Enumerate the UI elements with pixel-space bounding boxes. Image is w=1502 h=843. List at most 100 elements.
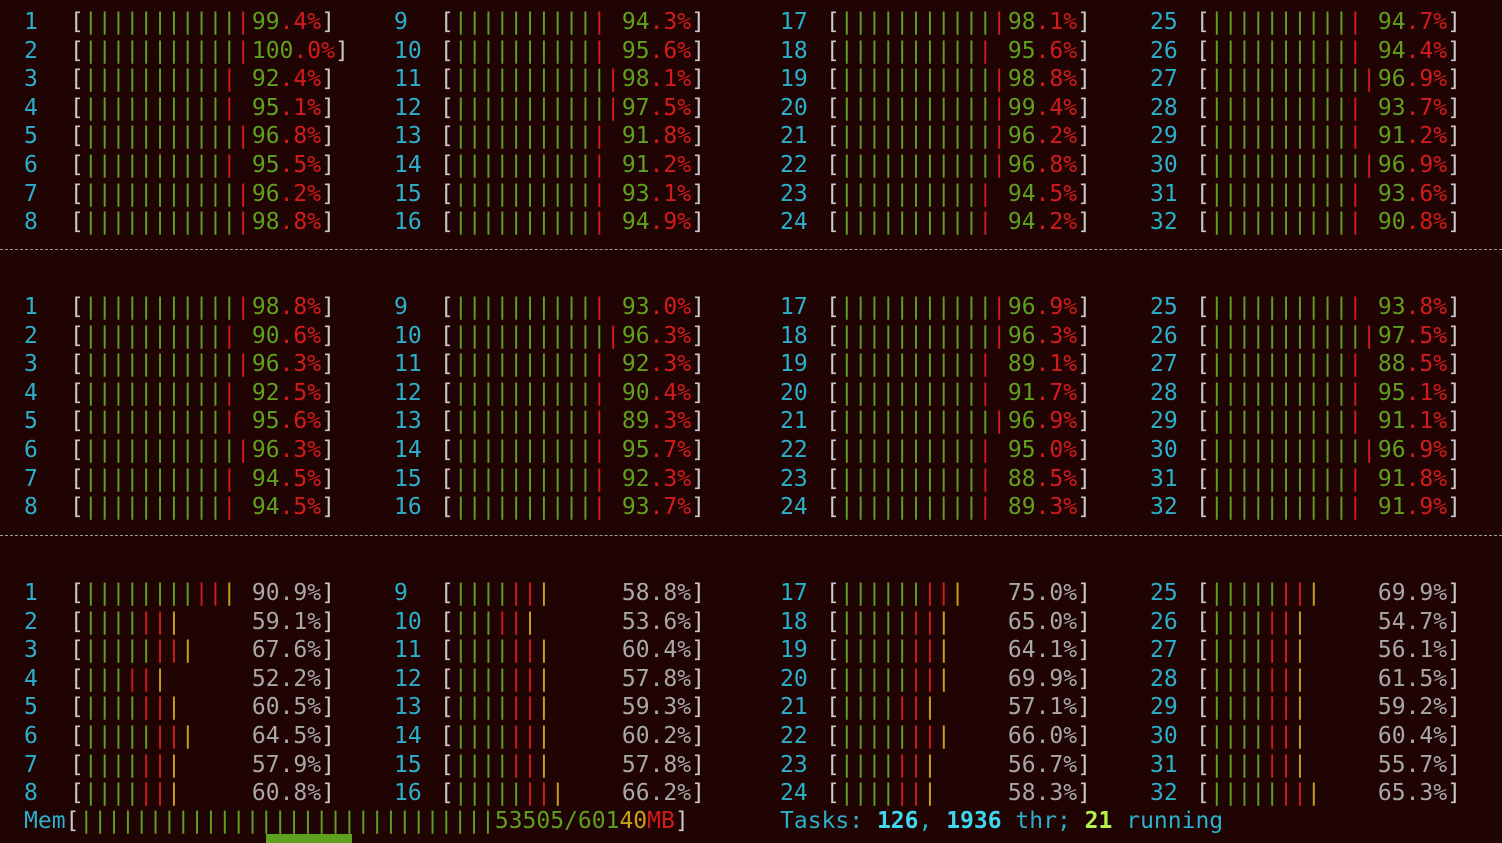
cpu-value: 67.6% [252,636,321,665]
cpu-value-frac: .1% [279,608,322,635]
memory-bracket-close: ] [674,808,689,834]
cpu-value: 92.3% [622,465,691,494]
threads-label: thr; [1001,808,1085,834]
cpu-bar: ||||||||||| [454,37,622,66]
bar-system-segment: | [978,437,993,463]
bar-user-segment: ||||||||||| [83,351,237,378]
bar-system-segment: | [222,94,237,121]
bar-system-segment: || [139,608,167,635]
bracket-close: ] [321,465,335,492]
cpu-meter: 30 [||||||||||||96.9%] [1150,151,1461,180]
cpu-value-frac: .3% [1035,780,1078,807]
bar-other-segment: | [166,608,181,635]
cpu-number: 31 [1150,465,1178,492]
cpu-bar: |||||||||||| [840,94,1008,123]
cpu-value-frac: .0% [649,294,692,320]
cpu-meter: 22 [|||||||| 66.0%] [780,722,1091,751]
cpu-value-int: 66 [621,780,650,807]
bar-user-segment: |||||||||| [1209,351,1349,378]
bar-system-segment: | [978,465,993,492]
bracket-open: [ [1196,123,1210,150]
bar-user-segment: ||||||||||| [453,66,607,93]
bracket-open: [ [70,94,84,121]
bracket-open: [ [1196,351,1210,378]
memory-value-part: 53505/601 [494,808,620,834]
cpu-bar: ||||||||||| [840,180,1008,209]
cpu-number: 18 [780,322,808,349]
bar-system-segment: || [1265,665,1293,692]
cpu-value: 95.1% [1378,379,1447,408]
cpu-meter: 13 [||||||| 59.3%] [394,693,705,722]
bracket-open: [ [70,608,84,635]
cpu-value-frac: .9% [1405,437,1448,463]
cpu-number: 29 [1150,408,1178,435]
bracket-open: [ [826,180,840,207]
cpu-bar: ||||||| [84,608,252,637]
memory-meter: Mem[||||||||||||||||||||||||||||||53505/… [24,807,689,835]
cpu-value: 92.3% [622,350,691,379]
cpu-value-int: 98 [251,294,280,320]
cpu-value-frac: .8% [279,294,322,320]
bracket-close: ] [1077,637,1091,664]
cpu-bar: ||||||||||| [84,493,252,522]
cpu-value-frac: .2% [649,780,692,807]
cpu-bar: ||||||| [454,665,622,694]
cpu-meter: 21 [||||||| 57.1%] [780,693,1091,722]
cpu-value-frac: .7% [1405,608,1448,635]
cpu-meter: 16 [||||||||||| 93.7%] [394,493,705,522]
cpu-value: 64.1% [1008,636,1077,665]
bracket-close: ] [1447,465,1461,492]
cpu-number: 4 [24,379,38,406]
bar-user-segment: ||||||||||| [1209,66,1363,93]
bar-user-segment: |||||||||| [839,209,979,236]
cpu-bar: ||||||| [454,722,622,751]
cpu-bar: ||||||||||| [454,465,622,494]
bar-user-segment: ||||||||||| [83,180,237,207]
cpu-bar: |||||||| [840,608,1008,637]
cpu-value: 75.0% [1008,579,1077,608]
cpu-bar: |||||||||||| [84,8,252,37]
bar-system-segment: | [1348,123,1363,150]
cpu-value: 52.2% [252,665,321,694]
bracket-close: ] [1447,123,1461,150]
bracket-open: [ [70,580,84,606]
bar-system-segment: || [139,751,167,778]
cpu-value-frac: .7% [1035,751,1078,778]
cpu-value-int: 94 [251,494,280,521]
bar-user-segment: |||| [453,637,510,664]
bracket-close: ] [1447,294,1461,320]
cpu-bar: |||||||||||| [840,8,1008,37]
bracket-close: ] [1077,209,1091,236]
bracket-open: [ [826,437,840,463]
cpu-value: 89.1% [1008,350,1077,379]
bracket-open: [ [826,209,840,236]
cpu-value-int: 67 [251,637,280,664]
cpu-number: 3 [24,637,38,664]
cpu-meter: 4 [||||||||||| 95.1%] [24,94,335,123]
cpu-value-int: 95 [251,94,280,121]
cpu-value-int: 57 [251,751,280,778]
cpu-value-frac: .5% [279,465,322,492]
cpu-value-int: 96 [251,123,280,150]
bracket-open: [ [826,294,840,320]
cpu-bar: ||||||| [840,751,1008,780]
cpu-number: 23 [780,180,808,207]
cpu-bar: ||||||||||| [1210,180,1378,209]
bracket-close: ] [321,751,335,778]
cpu-value-frac: .5% [1405,322,1448,349]
cpu-bar: ||||||||||| [840,436,1008,465]
cpu-bar: ||||||||||| [1210,465,1378,494]
cpu-value: 95.1% [252,94,321,123]
cpu-number: 4 [24,94,38,121]
bracket-close: ] [1077,665,1091,692]
bracket-open: [ [70,9,84,35]
bracket-open: [ [440,780,454,807]
cpu-value-int: 98 [251,209,280,236]
cpu-value: 57.1% [1008,693,1077,722]
bar-user-segment: ||||||||||| [83,37,237,64]
cpu-value: 56.7% [1008,751,1077,780]
cpu-value-int: 92 [621,465,650,492]
cpu-number: 24 [780,494,808,521]
bracket-open: [ [826,37,840,64]
cpu-meter: 26 [||||||||||| 94.4%] [1150,37,1461,66]
